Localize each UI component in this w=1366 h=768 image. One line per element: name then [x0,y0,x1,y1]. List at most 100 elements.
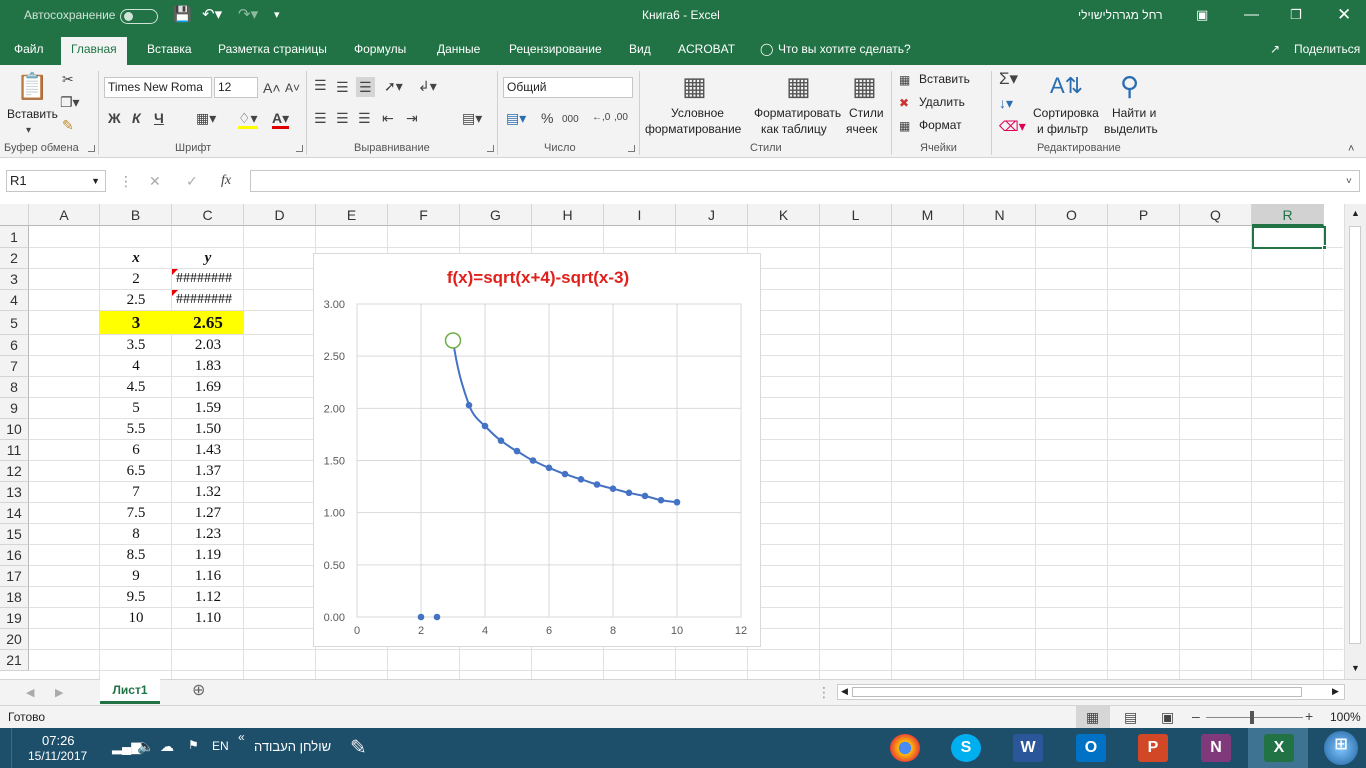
save-icon[interactable]: 💾 [173,6,192,24]
highlighted-data-point[interactable] [444,332,462,349]
data-point[interactable] [593,481,601,488]
column-header[interactable]: L [820,204,892,226]
column-header[interactable]: M [892,204,964,226]
insert-function-button[interactable]: fx [221,173,231,189]
tell-me-search[interactable]: Что вы хотите сделать? [778,41,911,57]
y-value-cell[interactable]: 1.59 [172,398,244,418]
format-as-table-icon[interactable]: ▦ [786,71,811,101]
column-header[interactable]: Q [1180,204,1252,226]
x-value-cell[interactable]: 10 [100,608,172,628]
zoom-in-icon[interactable]: + [1305,708,1313,724]
header-x-cell[interactable]: x [100,248,172,268]
copy-icon[interactable]: ❐▾ [60,94,80,110]
autosum-icon[interactable]: Σ▾ [999,70,1018,87]
x-value-cell[interactable]: 7 [100,482,172,502]
series-line[interactable] [452,340,678,504]
restore-icon[interactable]: ❐ [1290,6,1302,24]
data-point[interactable] [545,464,553,472]
row-header[interactable]: 20 [0,629,29,650]
zoom-level[interactable]: 100% [1330,710,1361,725]
close-icon[interactable]: ✕ [1337,6,1351,24]
name-box-dropdown-icon[interactable]: ▼ [91,171,100,191]
ribbon-display-icon[interactable]: ▣ [1196,6,1208,24]
decrease-decimal-icon[interactable]: ,00 [614,110,628,126]
language-indicator[interactable]: EN [212,739,229,753]
cloud-icon[interactable]: ☁ [160,738,174,755]
font-color-icon[interactable]: A▾ [272,110,290,129]
insert-cells-icon[interactable]: ▦ [899,72,910,88]
row-header[interactable]: 4 [0,290,29,311]
row-header[interactable]: 7 [0,356,29,377]
column-header[interactable]: R [1252,204,1324,226]
wrap-text-icon[interactable]: ↲▾ [418,78,437,94]
font-name-combobox[interactable]: Times New Roma [104,77,212,98]
cut-icon[interactable]: ✂ [62,71,74,87]
y-value-cell[interactable]: 2.03 [172,335,244,355]
align-right-icon[interactable]: ☰ [358,110,371,126]
tab-home[interactable]: Главная [61,37,127,65]
taskbar-powerpoint[interactable]: P [1122,728,1182,768]
collapse-ribbon-icon[interactable]: ˄ [1348,141,1354,157]
align-bottom-icon[interactable]: ☰ [356,77,375,97]
format-cells-button[interactable]: Формат [919,118,962,133]
data-point[interactable] [497,437,505,444]
name-box[interactable]: R1 ▼ [6,170,106,192]
number-launcher-icon[interactable] [628,145,635,152]
alignment-launcher-icon[interactable] [487,145,494,152]
data-point[interactable] [609,485,617,492]
format-table-label-1[interactable]: Форматировать [754,106,841,121]
format-cells-icon[interactable]: ▦ [899,118,910,134]
find-label-2[interactable]: выделить [1104,122,1158,137]
formula-input[interactable] [250,170,1360,192]
italic-button[interactable]: К [132,110,141,126]
row-header[interactable]: 13 [0,482,29,503]
underline-button[interactable]: Ч [154,110,164,126]
fill-icon[interactable]: ↓▾ [999,95,1013,111]
shrink-font-icon[interactable]: A˅ [285,80,300,96]
row-header[interactable]: 2 [0,248,29,269]
data-point[interactable] [513,447,521,455]
scroll-down-icon[interactable]: ▼ [1351,663,1360,673]
prev-sheet-icon[interactable]: ◀ [26,685,34,701]
page-break-view-icon[interactable]: ▣ [1161,709,1174,725]
data-point[interactable] [433,613,441,621]
clipboard-launcher-icon[interactable] [88,145,95,152]
paste-dropdown-icon[interactable]: ▾ [26,123,31,139]
row-header[interactable]: 3 [0,269,29,290]
taskbar-skype[interactable]: S [936,728,996,768]
cell-styles-icon[interactable]: ▦ [852,71,877,101]
column-header[interactable]: J [676,204,748,226]
sort-filter-icon[interactable]: A⇅ [1050,71,1083,101]
start-button[interactable]: ⊞ [1310,728,1366,768]
column-header[interactable]: B [100,204,172,226]
fill-color-icon[interactable]: ♢▾ [238,110,258,129]
increase-decimal-icon[interactable]: ←,0 [592,110,610,126]
row-header[interactable]: 5 [0,311,29,335]
number-format-combobox[interactable]: Общий [503,77,633,98]
row-header[interactable]: 18 [0,587,29,608]
x-value-cell[interactable]: 6 [100,440,172,460]
x-value-cell[interactable]: 5 [100,398,172,418]
cond-format-label-1[interactable]: Условное [671,106,724,121]
column-header[interactable]: E [316,204,388,226]
x-value-cell[interactable]: 9.5 [100,587,172,607]
font-launcher-icon[interactable] [296,145,303,152]
x-value-cell[interactable]: 6.5 [100,461,172,481]
tab-review[interactable]: Рецензирование [509,41,602,57]
x-value-cell[interactable]: 4.5 [100,377,172,397]
vertical-scroll-thumb[interactable] [1349,226,1361,644]
delete-cells-icon[interactable]: ✖ [899,95,909,111]
align-top-icon[interactable]: ☰ [314,77,327,93]
row-header[interactable]: 10 [0,419,29,440]
y-value-cell[interactable]: 1.27 [172,503,244,523]
scroll-up-icon[interactable]: ▲ [1351,208,1360,218]
horizontal-scroll-thumb[interactable] [852,687,1302,697]
error-indicator-icon[interactable] [172,290,178,296]
clock-time[interactable]: 07:26 [42,733,75,748]
x-value-cell[interactable]: 9 [100,566,172,586]
data-point[interactable] [481,422,489,430]
y-value-cell[interactable]: 1.69 [172,377,244,397]
autosave-toggle[interactable] [120,9,158,24]
data-point[interactable] [417,613,425,621]
horizontal-scrollbar[interactable]: ◀ ▶ [837,684,1345,700]
